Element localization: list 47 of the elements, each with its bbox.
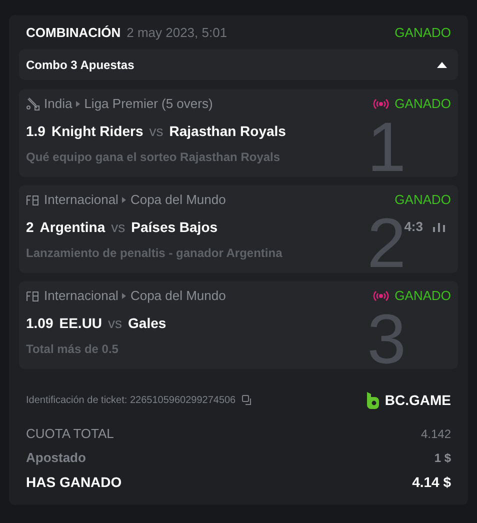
brand-name: BC.GAME bbox=[384, 390, 451, 410]
team-name: Países Bajos bbox=[131, 218, 218, 237]
team-name: Knight Riders bbox=[51, 122, 144, 141]
match-score: 4:3 bbox=[404, 218, 423, 236]
league-label: Copa del Mundo bbox=[130, 287, 226, 306]
selection-status: GANADO bbox=[394, 191, 451, 210]
live-signal-icon bbox=[372, 290, 389, 302]
brand-logo-icon bbox=[366, 391, 380, 409]
chevron-right-icon bbox=[122, 293, 126, 299]
bet-status: GANADO bbox=[394, 24, 451, 42]
selection-status: GANADO bbox=[394, 95, 451, 114]
total-label: Apostado bbox=[26, 449, 86, 468]
bet-date: 2 may 2023, 5:01 bbox=[126, 24, 228, 42]
country-label: Internacional bbox=[44, 287, 118, 306]
country-label: Internacional bbox=[44, 191, 118, 210]
live-signal-icon bbox=[372, 98, 389, 110]
team-name: EE.UU bbox=[59, 314, 102, 332]
caret-icon bbox=[437, 62, 447, 68]
team-name: Rajasthan Royals bbox=[169, 122, 286, 141]
chevron-right-icon bbox=[122, 197, 126, 203]
combo-toggle[interactable]: Combo 3 Apuestas bbox=[19, 49, 458, 80]
country-label: India bbox=[44, 95, 72, 114]
copy-icon[interactable] bbox=[242, 394, 253, 406]
bet-type-title: COMBINACIÓN bbox=[26, 24, 121, 42]
versus-label: vs bbox=[149, 122, 164, 140]
versus-label: vs bbox=[111, 218, 126, 236]
league-label: Liga Premier (5 overs) bbox=[84, 95, 213, 114]
versus-label: vs bbox=[108, 314, 122, 332]
team-name: Argentina bbox=[40, 218, 106, 237]
odds-value: 1.9 bbox=[26, 122, 46, 140]
odds-value: 2 bbox=[26, 218, 34, 236]
cricket-bat-icon bbox=[26, 97, 40, 111]
total-value: 1 $ bbox=[434, 450, 451, 467]
market-label: Lanzamiento de penaltis - ganador Argentina bbox=[26, 245, 284, 262]
team-name: Gales bbox=[128, 314, 166, 332]
total-label: HAS GANADO bbox=[26, 472, 122, 492]
total-value: 4.14 $ bbox=[412, 472, 451, 492]
selection-status: GANADO bbox=[394, 287, 451, 306]
market-label: Qué equipo gana el sorteo Rajasthan Royals bbox=[26, 149, 282, 166]
league-label: Copa del Mundo bbox=[130, 191, 226, 210]
total-label: CUOTA TOTAL bbox=[26, 425, 114, 444]
stats-icon[interactable] bbox=[433, 222, 445, 232]
chevron-right-icon bbox=[76, 101, 80, 107]
odds-value: 1.09 bbox=[26, 314, 54, 332]
ticket-id: Identificación de ticket: 2265105960299274506 bbox=[26, 394, 236, 408]
market-label: Total más de 0.5 bbox=[26, 341, 120, 358]
total-value: 4.142 bbox=[420, 426, 451, 443]
